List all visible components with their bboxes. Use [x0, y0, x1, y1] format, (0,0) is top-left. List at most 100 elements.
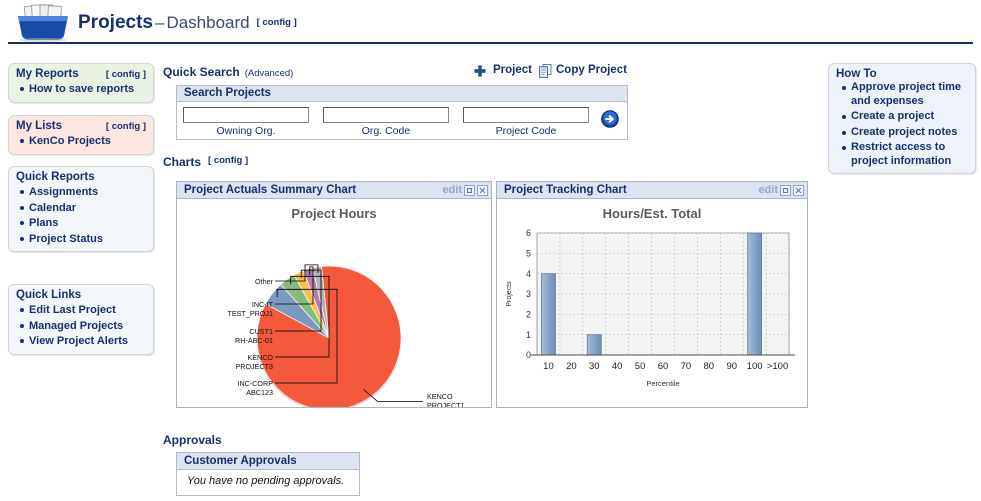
- y-tick-label: 2: [526, 310, 531, 320]
- sidebar-link-how-to-save-reports[interactable]: How to save reports: [29, 83, 134, 95]
- close-icon[interactable]: [477, 184, 488, 196]
- panel-list: Approve project time and expenses Create…: [829, 81, 975, 168]
- project-code-input[interactable]: [463, 107, 589, 123]
- sidebar-panel-quick-reports: Quick Reports Assignments Calendar Plans…: [8, 166, 154, 252]
- panel-title: Quick Reports: [16, 171, 95, 183]
- list-item: Calendar: [20, 201, 153, 216]
- chart-edit-link[interactable]: edit: [758, 184, 778, 196]
- panel-list: Edit Last Project Managed Projects View …: [9, 303, 153, 349]
- restore-window-icon[interactable]: [464, 184, 475, 196]
- x-tick-label: 60: [658, 361, 669, 372]
- list-item: Edit Last Project: [20, 303, 153, 318]
- quick-search-heading: Quick Search (Advanced): [163, 65, 293, 79]
- chart-panel-header: Project Actuals Summary Chart edit: [177, 182, 491, 199]
- sidebar-link-view-project-alerts[interactable]: View Project Alerts: [29, 335, 128, 347]
- charts-config-link[interactable]: [ config ]: [208, 155, 248, 166]
- y-tick-label: 6: [526, 228, 531, 238]
- org-code-label: Org. Code: [361, 125, 411, 137]
- chart-panel-title: Project Tracking Chart: [504, 184, 627, 196]
- list-item: Approve project time and expenses: [842, 81, 975, 108]
- panel-header: Quick Reports: [9, 167, 153, 185]
- chart-panel-header: Project Tracking Chart edit: [497, 182, 807, 199]
- bar-chart-y-axis-label: Projects: [506, 281, 513, 307]
- approvals-empty-message: You have no pending approvals.: [187, 475, 345, 487]
- org-code-input[interactable]: [323, 107, 449, 123]
- x-tick-label: 30: [589, 361, 600, 372]
- list-item: How to save reports: [20, 82, 153, 97]
- sidebar-link-calendar[interactable]: Calendar: [29, 202, 76, 214]
- sidebar-link-assignments[interactable]: Assignments: [29, 186, 98, 198]
- chart-panel-actions: edit: [758, 184, 804, 196]
- search-field-project-code: Project Code: [463, 107, 589, 137]
- y-tick-label: 1: [526, 330, 531, 340]
- project-code-label: Project Code: [495, 125, 557, 137]
- search-projects-box: Search Projects Owning Org. Org. Code Pr…: [176, 85, 628, 140]
- panel-header: My Lists [ config ]: [9, 116, 153, 134]
- x-tick-label: 50: [635, 361, 646, 372]
- list-item: Project Status: [20, 232, 153, 247]
- pie-slice-label: KENCO PROJECT3: [235, 353, 273, 371]
- search-field-owning-org: Owning Org.: [183, 107, 309, 137]
- panel-list: Assignments Calendar Plans Project Statu…: [9, 185, 153, 246]
- copy-project-button[interactable]: Copy Project: [556, 64, 627, 76]
- advanced-search-link[interactable]: (Advanced): [245, 68, 294, 79]
- restore-window-icon[interactable]: [780, 184, 791, 196]
- how-to-panel: How To Approve project time and expenses…: [828, 63, 976, 174]
- my-lists-config-link[interactable]: [ config ]: [106, 121, 146, 132]
- list-item: Assignments: [20, 185, 153, 200]
- x-tick-label: 10: [543, 361, 554, 372]
- panel-title: Quick Links: [16, 289, 82, 301]
- arrow-right-circle-icon[interactable]: [601, 110, 619, 128]
- panel-header: My Reports [ config ]: [9, 64, 153, 82]
- sidebar-link-project-status[interactable]: Project Status: [29, 233, 103, 245]
- chart-panel-title: Project Actuals Summary Chart: [184, 184, 357, 196]
- card-file-box-icon: [12, 2, 74, 42]
- list-item: Plans: [20, 216, 153, 231]
- how-to-link-create-project-notes[interactable]: Create project notes: [851, 126, 957, 138]
- x-tick-label: 80: [704, 361, 715, 372]
- pie-slice-label: CUST1 RH-ABC-01: [235, 327, 273, 345]
- list-item: Create project notes: [842, 126, 975, 140]
- customer-approvals-box: Customer Approvals You have no pending a…: [176, 452, 360, 496]
- y-tick-label: 3: [526, 289, 531, 299]
- my-reports-config-link[interactable]: [ config ]: [106, 69, 146, 80]
- list-item: Managed Projects: [20, 319, 153, 334]
- sidebar-panel-my-lists: My Lists [ config ] KenCo Projects: [8, 115, 154, 155]
- chart-edit-link[interactable]: edit: [442, 184, 462, 196]
- bar-chart-y-ticks: 0 1 2 3 4 5 6: [526, 228, 531, 360]
- close-icon[interactable]: [793, 184, 804, 196]
- new-project-button[interactable]: Project: [493, 64, 532, 76]
- owning-org-input[interactable]: [183, 107, 309, 123]
- list-item: KenCo Projects: [20, 134, 153, 149]
- page-title-sub: Dashboard: [166, 13, 250, 32]
- app-header: Projects – Dashboard [ config ]: [0, 0, 981, 45]
- panel-title: My Reports: [16, 68, 79, 80]
- sidebar-link-plans[interactable]: Plans: [29, 217, 58, 229]
- customer-approvals-title: Customer Approvals: [177, 453, 359, 470]
- page-title: Projects – Dashboard [ config ]: [78, 12, 297, 34]
- sidebar-link-managed-projects[interactable]: Managed Projects: [29, 320, 123, 332]
- y-tick-label: 0: [526, 350, 531, 360]
- pie-chart: KENCO PROJECT1 Other INC-IT TEST_PROJ1 CUST1 R…: [227, 264, 465, 407]
- bar: [586, 334, 602, 356]
- how-to-link-approve-time-expenses[interactable]: Approve project time and expenses: [851, 81, 961, 107]
- bar-chart-title: Hours/Est. Total: [602, 206, 702, 221]
- sidebar-panel-my-reports: My Reports [ config ] How to save report…: [8, 63, 154, 103]
- bar-chart-x-ticks: 10 20 30 40 50 60 70 80 90 100 >100: [543, 361, 788, 372]
- charts-heading: Charts [ config ]: [163, 155, 248, 169]
- y-tick-label: 5: [526, 249, 531, 259]
- pie-slice-label: INC-CORP ABC123: [237, 379, 273, 397]
- how-to-link-create-a-project[interactable]: Create a project: [851, 110, 934, 122]
- chart-panel-actions: edit: [442, 184, 488, 196]
- list-item: Restrict access to project information: [842, 141, 975, 168]
- header-config-link[interactable]: [ config ]: [257, 17, 297, 28]
- sidebar-panel-quick-links: Quick Links Edit Last Project Managed Pr…: [8, 284, 154, 355]
- x-tick-label: 20: [566, 361, 577, 372]
- approvals-heading: Approvals: [163, 433, 222, 447]
- pie-slice-label: INC-IT TEST_PROJ1: [227, 300, 273, 318]
- how-to-link-restrict-access[interactable]: Restrict access to project information: [851, 141, 951, 167]
- sidebar-link-edit-last-project[interactable]: Edit Last Project: [29, 304, 116, 316]
- pie-slice-label: Other: [255, 277, 274, 286]
- sidebar-link-kenco-projects[interactable]: KenCo Projects: [29, 135, 111, 147]
- bar-chart: 0 1 2 3 4 5 6 10 20 30 40 50 60 70 80 90 100 >100 Projec…: [506, 228, 795, 388]
